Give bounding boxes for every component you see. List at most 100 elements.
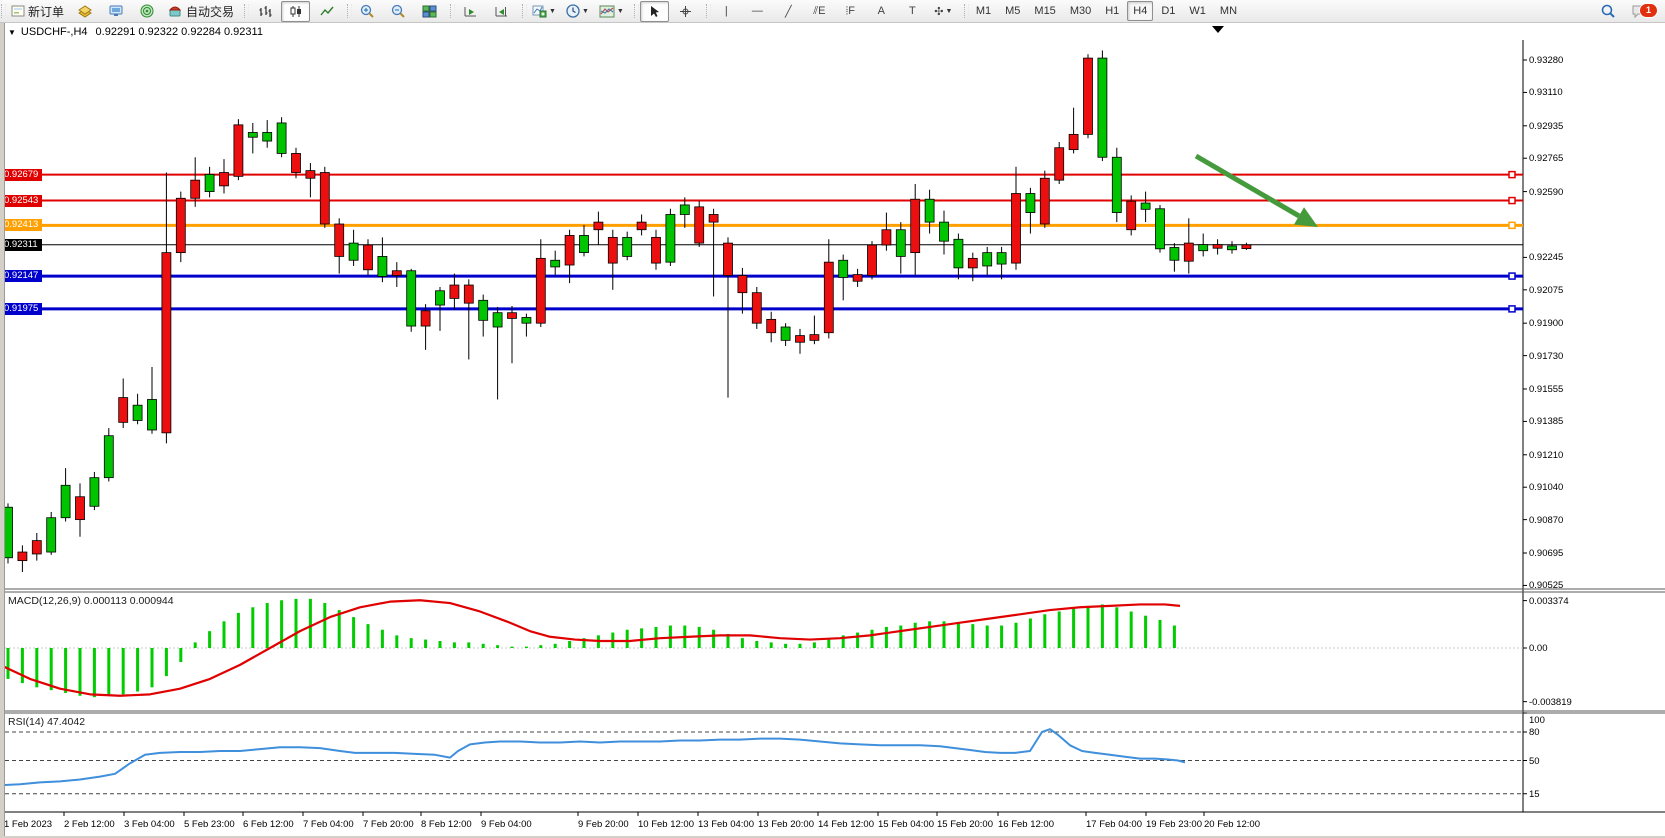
templates-button[interactable]: ▼ <box>595 1 628 22</box>
hline-handle[interactable] <box>1509 273 1515 279</box>
candle-body <box>1213 245 1222 249</box>
candle-body <box>464 285 473 303</box>
candle-body <box>882 230 891 245</box>
chart-shift-icon <box>494 5 509 18</box>
horizontal-line-icon: — <box>752 5 763 17</box>
crosshair-icon <box>679 5 692 18</box>
equidistant-channel-button[interactable]: ⫽E <box>805 1 834 22</box>
chart-shift-marker[interactable] <box>1212 26 1224 33</box>
crosshair-button[interactable] <box>671 1 700 22</box>
candle-body <box>1112 157 1121 212</box>
gold-books-icon <box>77 4 93 18</box>
hline-handle[interactable] <box>1509 222 1515 228</box>
chevron-down-icon: ▼ <box>549 8 556 15</box>
auto-trading-button[interactable]: 自动交易 <box>163 1 238 22</box>
trendline-button[interactable]: ╱ <box>774 1 803 22</box>
indicators-button[interactable]: ▼ <box>528 1 560 22</box>
candle-body <box>1156 209 1165 249</box>
fibonacci-button[interactable]: ⦙F <box>836 1 865 22</box>
date-axis-label: 19 Feb 23:00 <box>1146 819 1202 830</box>
periods-button[interactable]: ▼ <box>562 1 593 22</box>
candle-body <box>508 313 517 319</box>
search-button[interactable] <box>1593 1 1622 22</box>
hline-handle[interactable] <box>1509 198 1515 204</box>
chart-symbol-period: USDCHF-,H4 <box>21 26 88 38</box>
depth-of-market-button[interactable] <box>101 1 130 22</box>
line-chart-button[interactable] <box>312 1 341 22</box>
date-axis-label: 13 Feb 20:00 <box>758 819 814 830</box>
candle-body <box>76 497 85 520</box>
timeframe-button-m1[interactable]: M1 <box>970 1 997 21</box>
candle-body <box>320 173 329 224</box>
timeframe-button-w1[interactable]: W1 <box>1183 1 1212 21</box>
candle-body <box>1012 194 1021 264</box>
timeframe-button-m5[interactable]: M5 <box>999 1 1026 21</box>
hline-handle[interactable] <box>1509 172 1515 178</box>
candle-body <box>767 319 776 332</box>
date-axis-label: 7 Feb 04:00 <box>303 819 354 830</box>
trend-arrow-line[interactable] <box>1196 156 1299 216</box>
candle-body <box>781 327 790 340</box>
timeframe-button-m30[interactable]: M30 <box>1064 1 1097 21</box>
macd-axis-label: -0.003819 <box>1529 697 1572 708</box>
vertical-line-button[interactable]: | <box>712 1 741 22</box>
candle-body <box>292 153 301 172</box>
candle-body <box>853 275 862 282</box>
chart-ohlc-values: 0.92291 0.92322 0.92284 0.92311 <box>96 26 263 38</box>
new-order-button[interactable]: 新订单 <box>7 1 68 22</box>
candle-body <box>364 245 373 270</box>
horizontal-line-button[interactable]: — <box>743 1 772 22</box>
zoom-out-button[interactable] <box>384 1 413 22</box>
zoom-out-icon <box>391 4 406 18</box>
text-button[interactable]: A <box>867 1 896 22</box>
date-axis-label: 15 Feb 04:00 <box>878 819 934 830</box>
candle-body <box>810 335 819 341</box>
text-label-icon: T <box>909 5 916 17</box>
tile-windows-button[interactable] <box>415 1 444 22</box>
candle-body <box>680 205 689 215</box>
timeframe-button-h1[interactable]: H1 <box>1099 1 1125 21</box>
candle-body <box>796 336 805 343</box>
timeframe-button-d1[interactable]: D1 <box>1155 1 1181 21</box>
search-icon <box>1600 3 1616 19</box>
chevron-down-icon: ▼ <box>617 8 624 15</box>
price-line-badge: 0.92147 <box>0 270 42 282</box>
arrows-button[interactable]: ✣▼ <box>929 1 958 22</box>
cursor-button[interactable] <box>640 1 669 22</box>
symbol-dropdown-icon[interactable]: ▼ <box>8 28 16 37</box>
candle-body <box>234 125 243 176</box>
candle-body <box>191 180 200 198</box>
candle-body <box>32 541 41 554</box>
date-axis-label: 20 Feb 12:00 <box>1204 819 1260 830</box>
auto-scroll-button[interactable] <box>456 1 485 22</box>
text-label-button[interactable]: T <box>898 1 927 22</box>
notification-count-badge[interactable]: 1 <box>1639 3 1658 18</box>
candle-body <box>349 243 358 260</box>
tile-windows-icon <box>422 5 437 18</box>
zoom-in-button[interactable] <box>353 1 382 22</box>
market-books-button[interactable] <box>70 1 99 22</box>
timeframe-button-m15[interactable]: M15 <box>1028 1 1061 21</box>
candle-body <box>277 123 286 154</box>
candle-body <box>637 222 646 230</box>
hline-handle[interactable] <box>1509 306 1515 312</box>
chart-shift-button[interactable] <box>487 1 516 22</box>
candle-body <box>911 199 920 252</box>
notifications-button[interactable]: 1 <box>1624 1 1653 22</box>
candle-body <box>968 258 977 268</box>
candle-body <box>738 276 747 293</box>
candle-body <box>90 478 99 507</box>
date-axis-label: 3 Feb 04:00 <box>124 819 175 830</box>
timeframe-button-mn[interactable]: MN <box>1214 1 1243 21</box>
candle-body <box>1141 203 1150 209</box>
price-axis-label: 0.91555 <box>1529 384 1563 395</box>
candle-body <box>1228 246 1237 250</box>
candlestick-chart-button[interactable] <box>281 1 310 22</box>
date-axis-label: 6 Feb 12:00 <box>243 819 294 830</box>
candle-body <box>479 300 488 320</box>
bar-chart-button[interactable] <box>250 1 279 22</box>
timeframe-button-h4[interactable]: H4 <box>1127 1 1153 21</box>
signals-button[interactable] <box>132 1 161 22</box>
chart-canvas[interactable] <box>0 0 1665 838</box>
candle-body <box>1170 247 1179 260</box>
